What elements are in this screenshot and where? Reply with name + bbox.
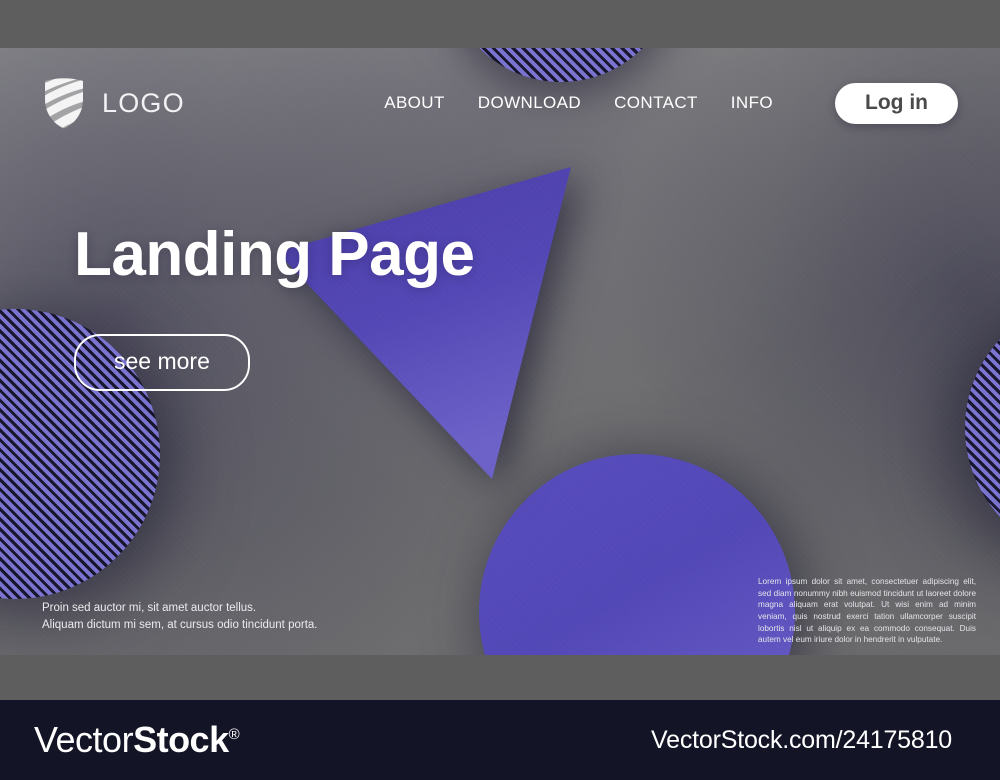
- site-header: LOGO ABOUT DOWNLOAD CONTACT INFO Log in: [0, 48, 1000, 158]
- nav-item-about[interactable]: ABOUT: [384, 87, 445, 119]
- hero-section: Landing Page see more: [74, 222, 694, 391]
- registered-mark-icon: ®: [228, 726, 240, 743]
- brand-name-label: LOGO: [102, 87, 185, 118]
- preview-top-band: [0, 0, 1000, 48]
- vectorstock-url: VectorStock.com/24175810: [651, 725, 952, 754]
- nav-item-info[interactable]: INFO: [731, 87, 773, 119]
- nav-item-download[interactable]: DOWNLOAD: [478, 87, 581, 119]
- hero-title: Landing Page: [74, 220, 475, 289]
- main-navigation: ABOUT DOWNLOAD CONTACT INFO Log in: [384, 82, 958, 124]
- shield-icon: [45, 78, 83, 129]
- right-paragraph-block: Lorem ipsum dolor sit amet, consectetuer…: [758, 577, 976, 645]
- nav-item-contact[interactable]: CONTACT: [614, 87, 698, 119]
- vectorstock-watermark-bar: VectorStock® VectorStock.com/24175810: [0, 700, 1000, 780]
- vectorstock-logo-bold: Stock: [133, 719, 229, 760]
- left-caption-line-1: Proin sed auctor mi, sit amet auctor tel…: [42, 602, 257, 614]
- landing-page-artboard: LOGO ABOUT DOWNLOAD CONTACT INFO Log in …: [0, 48, 1000, 655]
- vectorstock-logo: VectorStock®: [34, 722, 240, 758]
- see-more-button[interactable]: see more: [74, 333, 250, 391]
- screenshot-stage: LOGO ABOUT DOWNLOAD CONTACT INFO Log in …: [0, 0, 1000, 780]
- left-caption-line-2: Aliquam dictum mi sem, at cursus odio ti…: [42, 618, 318, 631]
- vectorstock-logo-light: Vector: [34, 719, 134, 760]
- brand-logo[interactable]: LOGO: [42, 77, 185, 129]
- login-button[interactable]: Log in: [835, 82, 958, 124]
- left-caption-block: Proin sed auctor mi, sit amet auctor tel…: [42, 600, 362, 633]
